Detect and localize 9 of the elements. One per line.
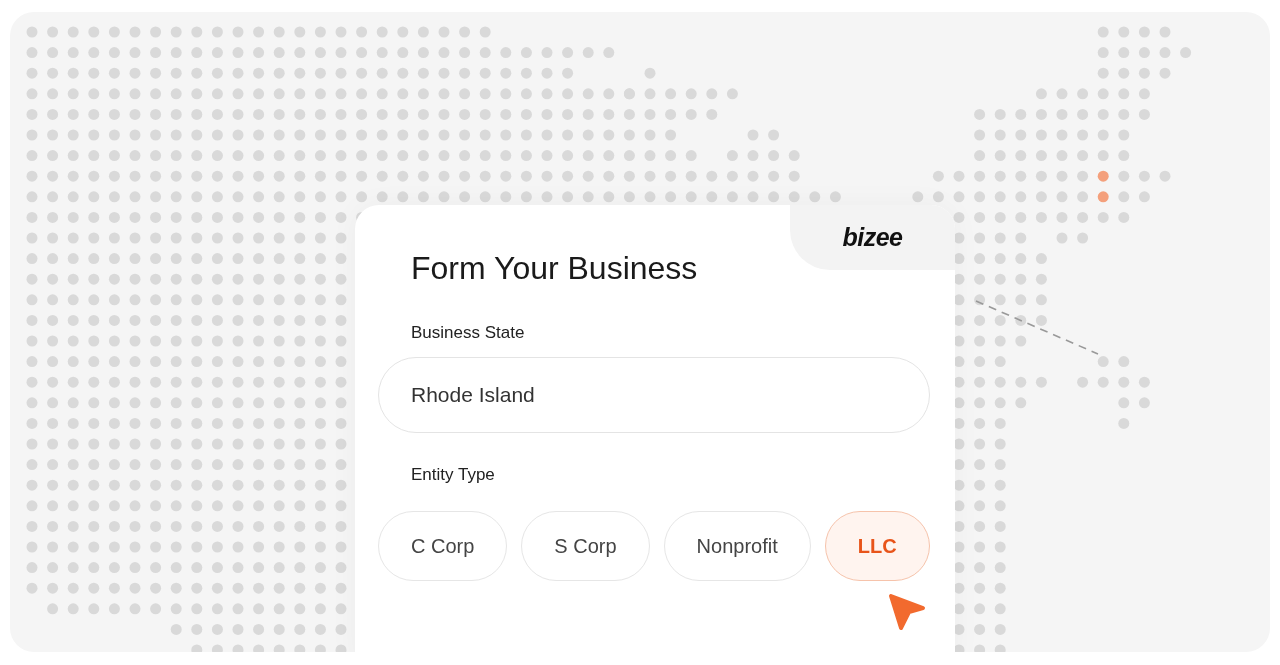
field-label: Business State [411, 323, 526, 343]
brand-logo: bizee [842, 223, 903, 252]
field-label: Entity Type [411, 465, 496, 485]
entity-option[interactable]: Nonprofit [663, 511, 811, 581]
state-field[interactable]: Rhode Island [378, 357, 930, 433]
entity-option[interactable]: C Corp [378, 511, 508, 581]
form-title: Form Your Business [411, 250, 699, 287]
entity-option[interactable]: S Corp [521, 511, 650, 581]
cursor-icon [887, 592, 927, 632]
